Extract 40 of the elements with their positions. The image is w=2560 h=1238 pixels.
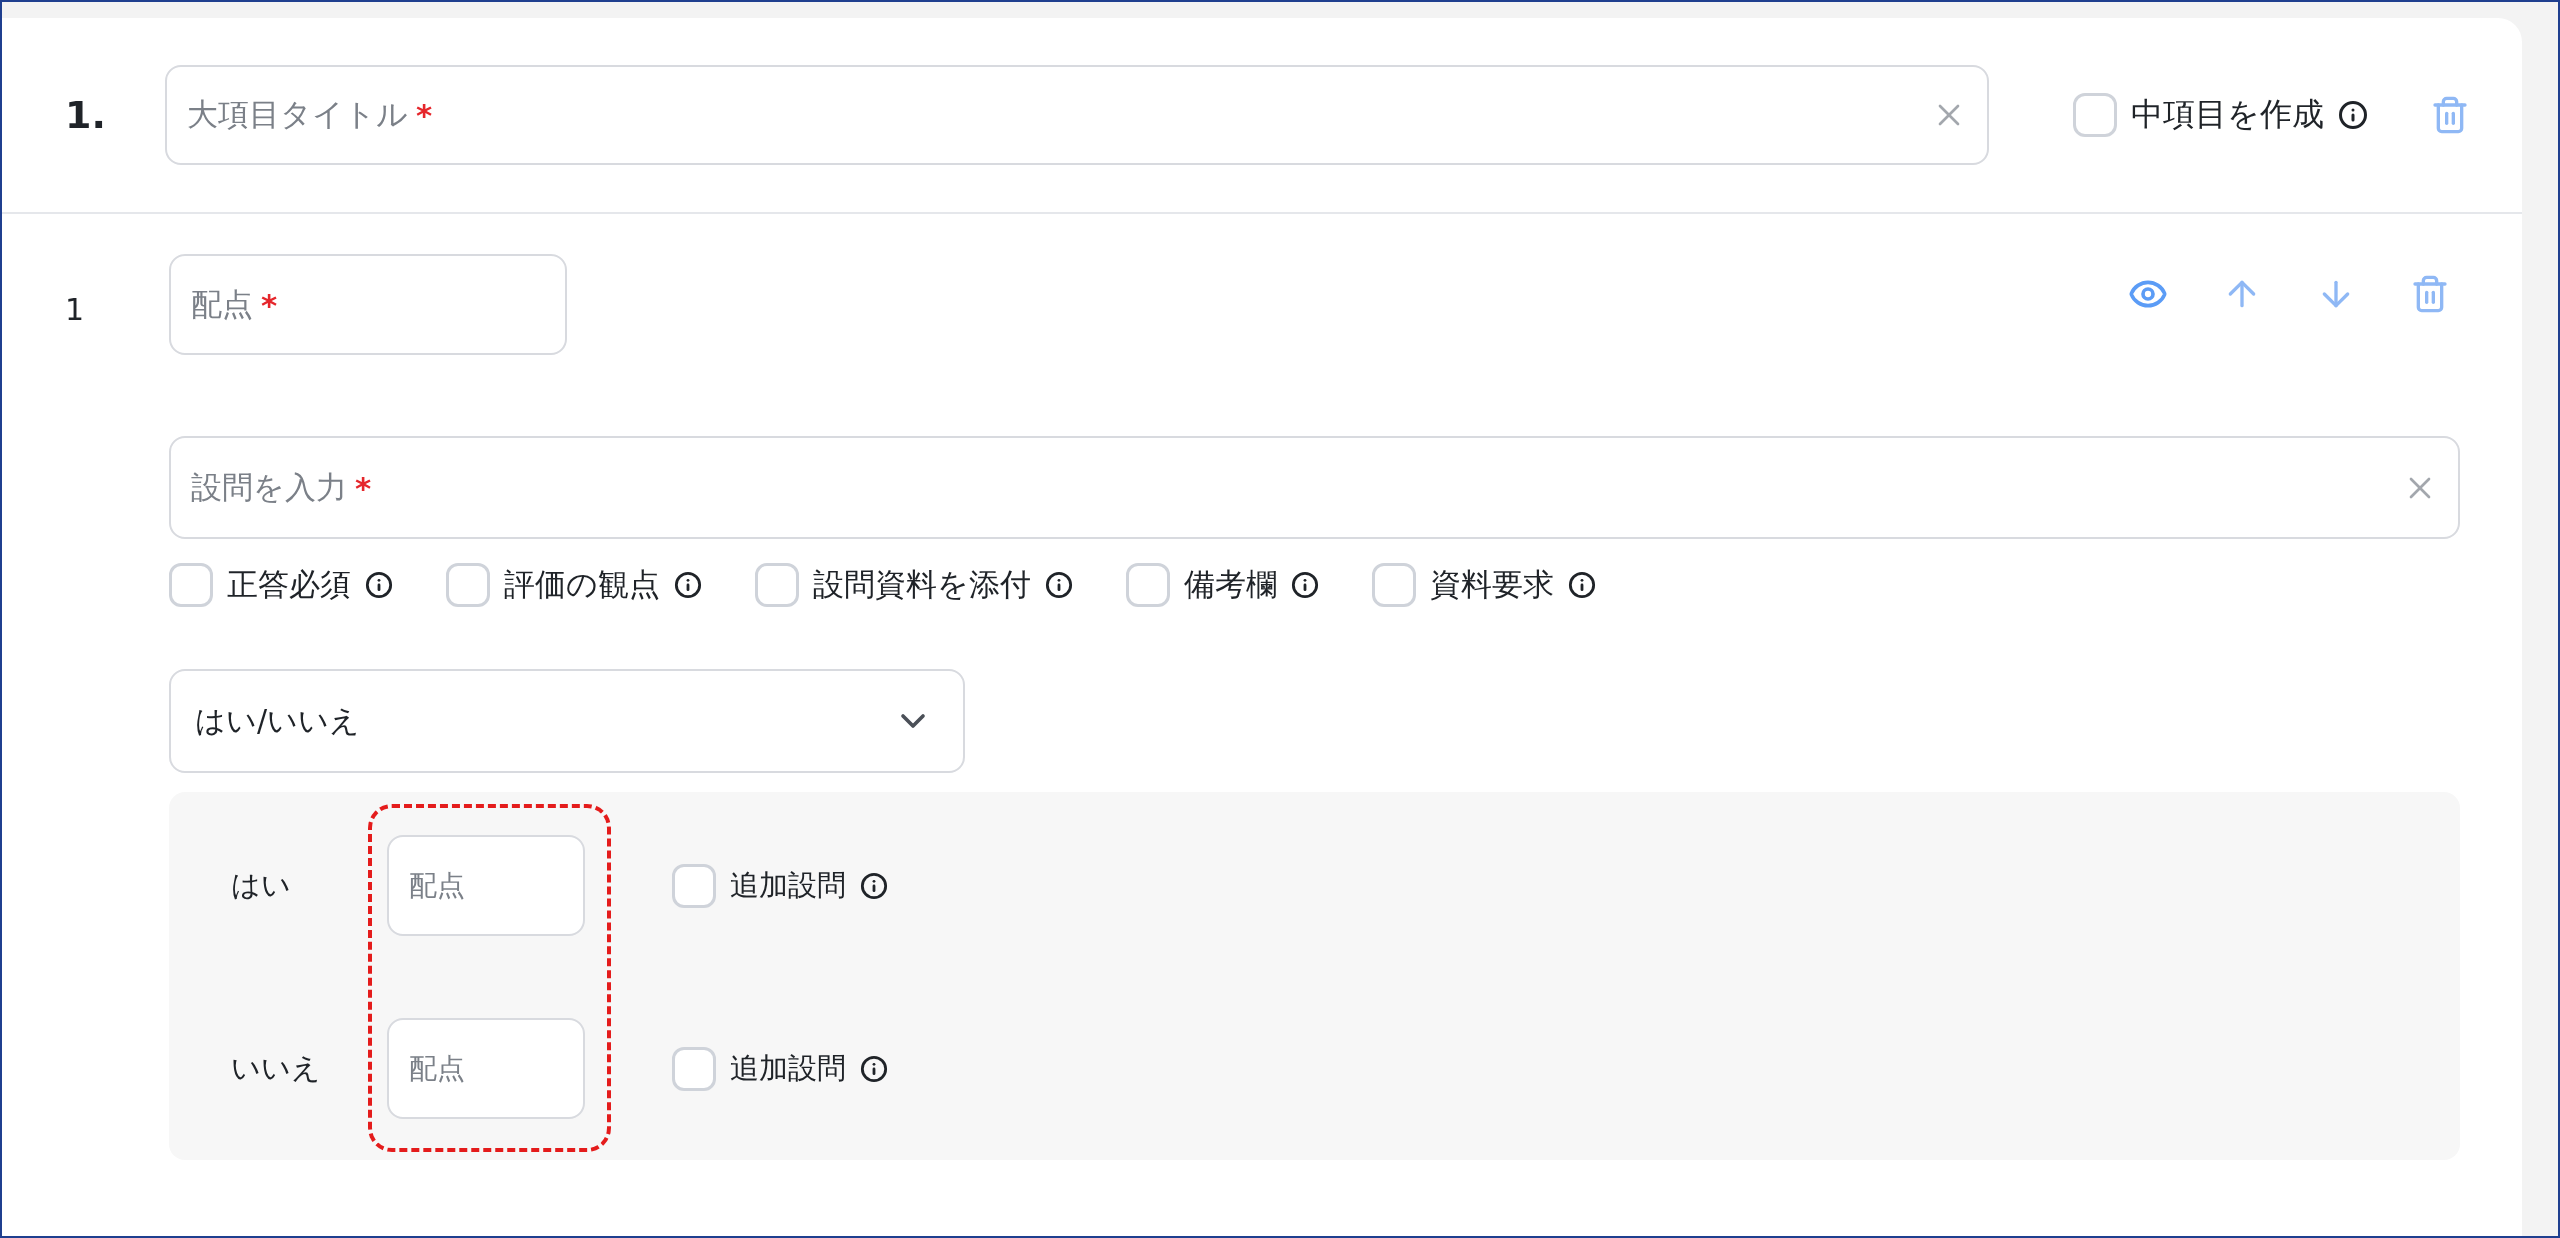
section-number: 1. bbox=[65, 93, 107, 137]
checkbox[interactable] bbox=[1372, 563, 1416, 607]
score-field[interactable]: 配点 bbox=[387, 835, 585, 936]
checkbox[interactable] bbox=[169, 563, 213, 607]
input-field[interactable]: 設問を入力 * bbox=[169, 436, 2460, 539]
placeholder-text: 配点 bbox=[191, 284, 253, 324]
placeholder-text: 大項目タイトル bbox=[187, 95, 408, 134]
checkbox[interactable] bbox=[446, 563, 490, 607]
info-icon[interactable] bbox=[860, 871, 888, 900]
checkbox[interactable] bbox=[1126, 563, 1170, 607]
checkbox[interactable] bbox=[2073, 93, 2117, 137]
checkbox-option[interactable]: 備考欄 bbox=[1126, 563, 1319, 607]
checkbox-option[interactable]: 資料要求 bbox=[1372, 563, 1596, 607]
placeholder-text: 設問を入力 bbox=[191, 467, 347, 507]
required-mark: * bbox=[261, 286, 278, 323]
required-mark: * bbox=[355, 469, 372, 506]
checkbox[interactable] bbox=[755, 563, 799, 607]
input-field[interactable]: 配点 * bbox=[169, 254, 567, 355]
checkbox-option[interactable]: 中項目を作成 bbox=[2073, 93, 2368, 137]
checkbox-option[interactable]: 評価の観点 bbox=[446, 563, 702, 607]
info-icon[interactable] bbox=[365, 571, 393, 599]
info-icon[interactable] bbox=[2338, 100, 2368, 130]
question-number: 1 bbox=[65, 291, 86, 329]
checkbox[interactable] bbox=[672, 1046, 716, 1091]
info-icon[interactable] bbox=[1568, 571, 1596, 599]
choice-label: はい bbox=[231, 866, 292, 904]
choice-label: いいえ bbox=[231, 1049, 322, 1087]
input-field[interactable]: 大項目タイトル * bbox=[165, 65, 1989, 165]
checkbox-option[interactable]: 追加設問 bbox=[672, 1046, 888, 1091]
info-icon[interactable] bbox=[860, 1054, 888, 1083]
info-icon[interactable] bbox=[1045, 571, 1073, 599]
info-icon[interactable] bbox=[1291, 571, 1319, 599]
score-field[interactable]: 配点 bbox=[387, 1018, 585, 1119]
required-mark: * bbox=[416, 97, 433, 133]
info-icon[interactable] bbox=[674, 571, 702, 599]
checkbox-option[interactable]: 正答必須 bbox=[169, 563, 393, 607]
checkbox[interactable] bbox=[672, 863, 716, 908]
checkbox-option[interactable]: 追加設問 bbox=[672, 863, 888, 908]
answer-type-dropdown[interactable]: はい/いいえ bbox=[169, 669, 965, 773]
checkbox-option[interactable]: 設問資料を添付 bbox=[755, 563, 1073, 607]
